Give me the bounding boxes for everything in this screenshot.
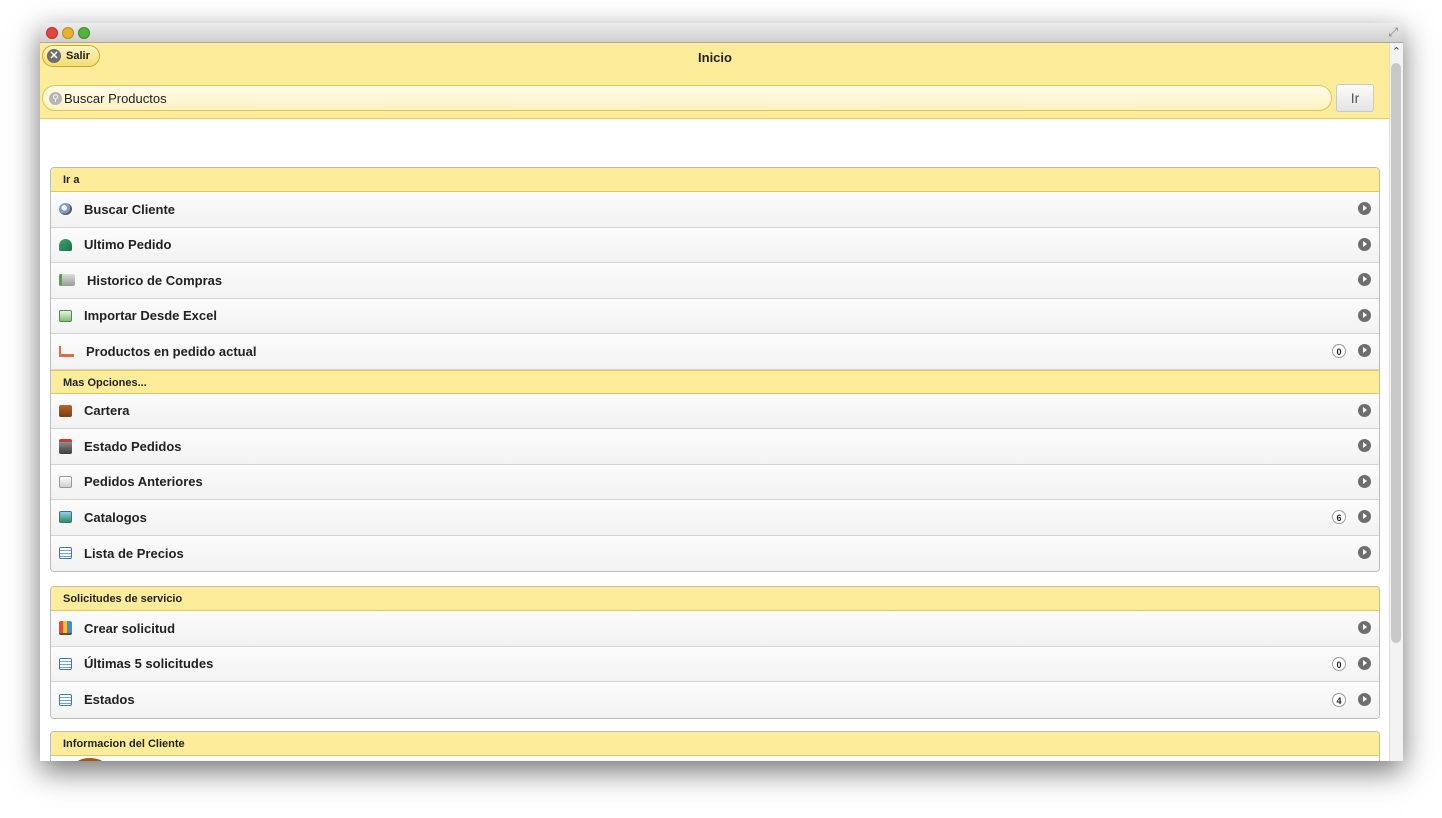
document-icon (59, 475, 72, 488)
chevron-right-circle-icon (1358, 403, 1371, 417)
top-header: ✕ Salir Inicio ⚲ Ir (40, 43, 1390, 119)
menu-item-estados[interactable]: Estados 4 (51, 682, 1379, 718)
order-status-icon (59, 438, 72, 454)
menu-item-catalogos[interactable]: Catalogos 6 (51, 500, 1379, 536)
menu-item-label: Estado Pedidos (84, 438, 182, 454)
excel-icon (59, 309, 72, 322)
count-badge: 4 (1332, 692, 1346, 707)
menu-item-historico-compras[interactable]: Historico de Compras (51, 263, 1379, 299)
cart-icon (59, 345, 74, 357)
list-icon (59, 693, 72, 706)
menu-item-label: Buscar Cliente (84, 201, 176, 217)
app-content: ✕ Salir Inicio ⚲ Ir Ir a Buscar Cliente … (40, 43, 1390, 761)
chevron-right-circle-icon (1358, 308, 1371, 322)
search-go-button[interactable]: Ir (1336, 84, 1374, 112)
menu-item-label: Ultimo Pedido (84, 237, 172, 253)
group-header-more: Mas Opciones... (51, 369, 1379, 394)
menu-item-label: Cartera (84, 403, 130, 419)
chart-icon (59, 621, 72, 636)
menu-item-ultimo-pedido[interactable]: Ultimo Pedido (51, 227, 1379, 263)
chevron-right-circle-icon (1358, 439, 1371, 453)
list-icon (59, 657, 72, 670)
menu-item-label: Importar Desde Excel (84, 308, 217, 324)
service-requests-panel: Solicitudes de servicio Crear solicitud … (50, 586, 1380, 719)
count-badge: 0 (1332, 344, 1346, 359)
menu-item-productos-pedido[interactable]: Productos en pedido actual 0 (51, 334, 1379, 370)
menu-item-label: Últimas 5 solicitudes (84, 656, 214, 672)
menu-item-ultimas-solicitudes[interactable]: Últimas 5 solicitudes 0 (51, 646, 1379, 682)
menu-item-pedidos-anteriores[interactable]: Pedidos Anteriores (51, 464, 1379, 500)
menu-item-label: Historico de Compras (87, 272, 223, 288)
chevron-right-circle-icon (1358, 692, 1371, 706)
group-header-service: Solicitudes de servicio (51, 587, 1379, 611)
menu-item-label: Crear solicitud (84, 620, 176, 636)
search-client-icon (59, 203, 72, 216)
menu-item-label: Productos en pedido actual (86, 343, 257, 359)
menu-item-label: Lista de Precios (84, 545, 184, 561)
chevron-right-circle-icon (1358, 202, 1371, 216)
chevron-right-circle-icon (1358, 656, 1371, 670)
fullscreen-icon[interactable]: ⤢ (1388, 26, 1398, 38)
window-zoom-button[interactable] (78, 27, 90, 39)
menu-item-buscar-cliente[interactable]: Buscar Cliente (51, 192, 1379, 228)
page-title: Inicio (698, 50, 732, 65)
menu-item-lista-precios[interactable]: Lista de Precios (51, 535, 1379, 571)
list-icon (59, 547, 72, 560)
menu-item-estado-pedidos[interactable]: Estado Pedidos (51, 429, 1379, 465)
client-avatar (63, 758, 117, 761)
group-header-goto: Ir a (51, 168, 1379, 192)
history-icon (59, 274, 75, 287)
chevron-right-circle-icon (1358, 510, 1371, 524)
menu-item-label: Estados (84, 692, 135, 708)
wallet-icon (59, 404, 72, 417)
chevron-right-circle-icon (1358, 344, 1371, 358)
scroll-up-icon[interactable]: ⌃ (1391, 47, 1402, 58)
menu-item-importar-excel[interactable]: Importar Desde Excel (51, 298, 1379, 334)
chevron-right-circle-icon (1358, 621, 1371, 635)
vertical-scrollbar[interactable]: ⌃ (1389, 43, 1403, 761)
catalog-icon (59, 511, 72, 524)
client-summary (51, 756, 1379, 761)
chevron-right-circle-icon (1358, 474, 1371, 488)
menu-item-label: Catalogos (84, 509, 147, 525)
client-info-panel: Informacion del Cliente (50, 731, 1380, 761)
search-input[interactable] (64, 86, 1304, 110)
count-badge: 0 (1332, 656, 1346, 671)
window-titlebar: ⤢ (40, 23, 1403, 43)
chevron-right-circle-icon (1358, 237, 1371, 251)
group-header-client: Informacion del Cliente (51, 732, 1379, 756)
window-minimize-button[interactable] (62, 27, 74, 39)
app-window: ⤢ ✕ Salir Inicio ⚲ Ir Ir a Buscar Client… (40, 23, 1403, 761)
scrollbar-thumb[interactable] (1391, 63, 1401, 643)
undo-icon (59, 238, 72, 251)
count-badge: 6 (1332, 510, 1346, 525)
magnifier-icon: ⚲ (49, 92, 62, 105)
chevron-right-circle-icon (1358, 546, 1371, 560)
navigation-panel: Ir a Buscar Cliente Ultimo Pedido Histor… (50, 167, 1380, 572)
search-bar: ⚲ (42, 85, 1332, 111)
chevron-right-circle-icon (1358, 273, 1371, 287)
menu-item-label: Pedidos Anteriores (84, 474, 203, 490)
window-close-button[interactable] (46, 27, 58, 39)
menu-item-cartera[interactable]: Cartera (51, 393, 1379, 429)
menu-item-crear-solicitud[interactable]: Crear solicitud (51, 611, 1379, 647)
